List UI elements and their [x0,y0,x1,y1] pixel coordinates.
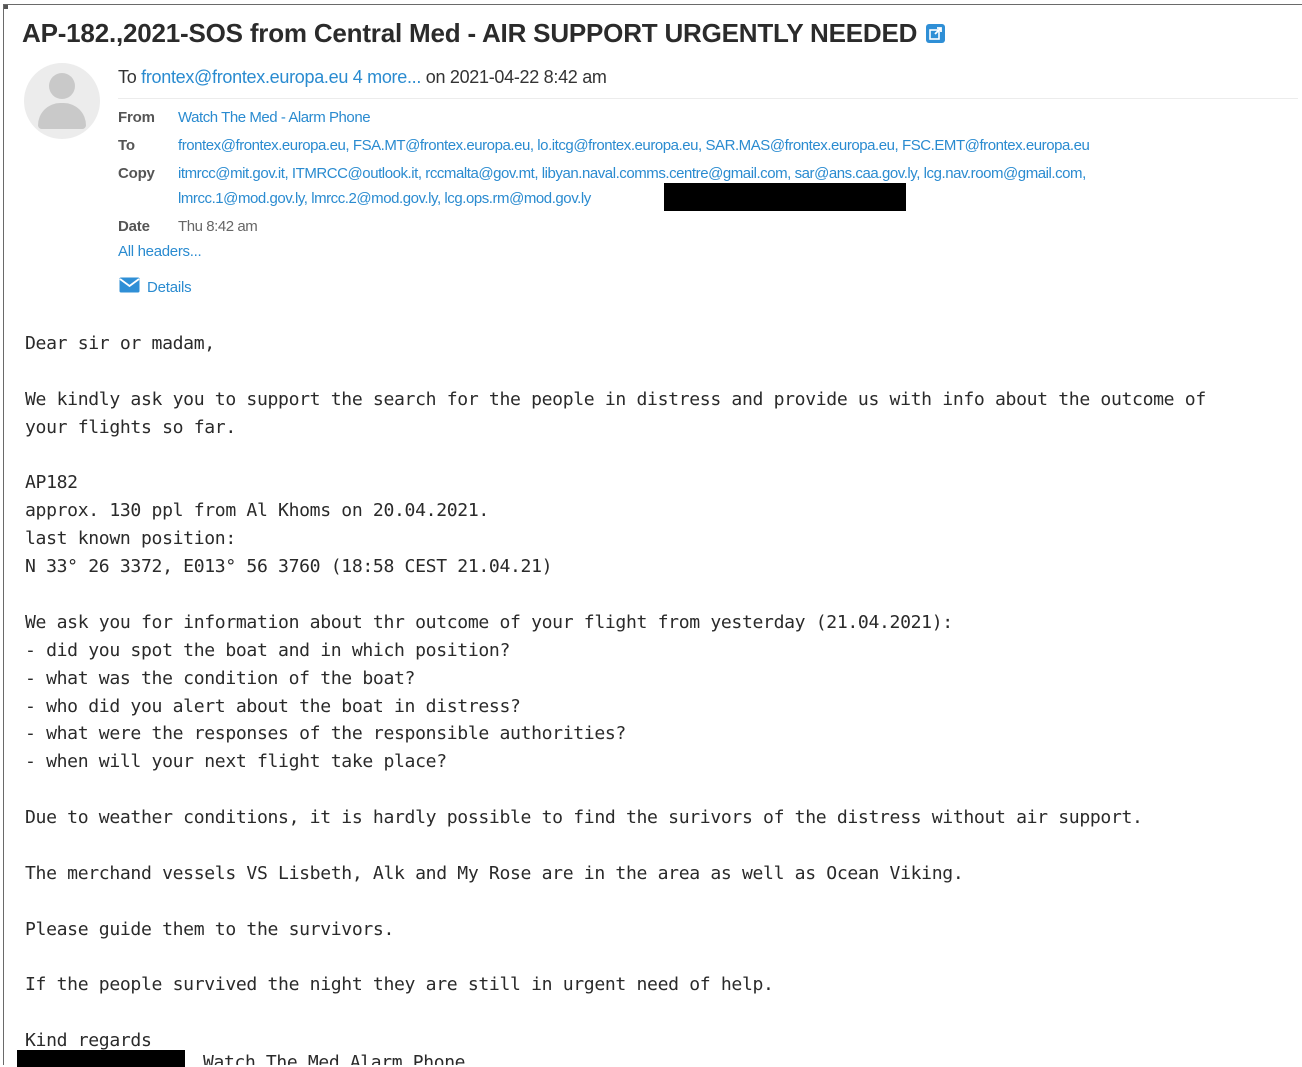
body-line: - what were the responses of the respons… [25,723,626,745]
date-label: Date [118,218,150,235]
recipient-summary: To frontex@frontex.europa.eu 4 more... o… [118,67,607,88]
body-line [25,888,1206,916]
body-line: Please guide them to the survivors. [25,918,395,940]
copy-value-line2[interactable]: lmrcc.1@mod.gov.ly, lmrcc.2@mod.gov.ly, … [178,190,591,207]
details-link[interactable]: Details [119,277,192,297]
summary-to-prefix: To [118,67,137,87]
body-line [25,776,1206,804]
summary-date: on 2021-04-22 8:42 am [425,67,607,87]
body-line [25,832,1206,860]
body-line: your flights so far. [25,416,236,438]
body-line: - did you spot the boat and in which pos… [25,639,510,661]
summary-more-link[interactable]: 4 more... [353,67,422,87]
body-line: Dear sir or madam, [25,333,215,354]
copy-label: Copy [118,165,155,182]
subject-text: AP-182.,2021-SOS from Central Med - AIR … [22,18,918,48]
body-line: AP182 [25,472,78,494]
person-icon [49,73,75,99]
summary-divider [118,98,1298,99]
body-line: - what was the condition of the boat? [25,667,416,689]
summary-to-link[interactable]: frontex@frontex.europa.eu [141,67,348,87]
body-line: approx. 130 ppl from Al Khoms on 20.04.2… [25,500,489,522]
corner-mark [4,5,8,9]
envelope-icon [119,277,140,297]
signature-redaction [17,1050,185,1067]
date-value: Thu 8:42 am [178,218,258,235]
sender-avatar [24,63,100,139]
body-line: last known position: [25,528,236,550]
external-link-icon[interactable] [926,23,946,43]
from-value[interactable]: Watch The Med - Alarm Phone [178,109,371,126]
redaction-box [664,183,906,211]
body-line: We ask you for information about thr out… [25,611,953,633]
all-headers-link[interactable]: All headers... [118,243,202,260]
from-label: From [118,109,155,126]
body-line [25,442,1206,470]
body-line [25,999,1206,1027]
body-line: Kind regards [25,1030,152,1052]
body-line: The merchand vessels VS Lisbeth, Alk and… [25,862,964,884]
signature-text: Watch The Med Alarm Phone [203,1052,466,1065]
to-label: To [118,137,135,154]
details-label: Details [147,278,192,296]
body-line: If the people survived the night they ar… [25,974,774,996]
body-line: - who did you alert about the boat in di… [25,695,521,717]
body-line: N 33° 26 3372, E013° 56 3760 (18:58 CEST… [25,556,553,578]
body-line [25,581,1206,609]
body-line: - when will your next flight take place? [25,751,447,773]
person-icon-body [38,103,86,129]
copy-value-line1[interactable]: itmrcc@mit.gov.it, ITMRCC@outlook.it, rc… [178,165,1086,182]
body-line: We kindly ask you to support the search … [25,388,1206,410]
body-line [25,358,1206,386]
body-line: Due to weather conditions, it is hardly … [25,807,1143,829]
to-value[interactable]: frontex@frontex.europa.eu, FSA.MT@fronte… [178,137,1090,154]
email-subject: AP-182.,2021-SOS from Central Med - AIR … [22,18,946,49]
email-body: Dear sir or madam, We kindly ask you to s… [25,330,1206,1055]
body-line [25,944,1206,972]
